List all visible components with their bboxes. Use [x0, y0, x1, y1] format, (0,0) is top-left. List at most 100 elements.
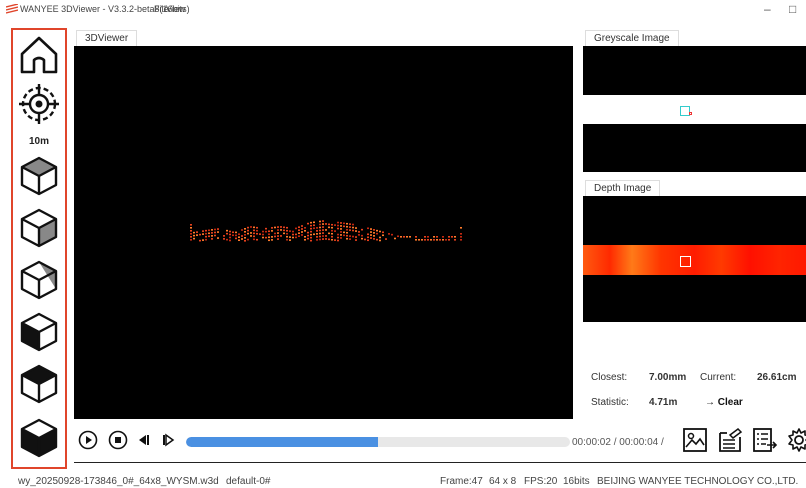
point: [298, 229, 300, 231]
point: [310, 233, 312, 236]
point: [274, 226, 276, 229]
point: [313, 233, 315, 236]
point: [442, 236, 444, 238]
point: [367, 236, 369, 239]
point: [343, 222, 345, 225]
status-bits: 16bits: [563, 476, 590, 487]
point: [352, 235, 354, 238]
cube-back-icon: [20, 364, 58, 404]
point: [253, 238, 255, 241]
point: [331, 238, 333, 241]
point: [373, 232, 375, 234]
clear-button[interactable]: → Clear: [705, 397, 743, 408]
point: [316, 230, 318, 232]
tab-depth-image[interactable]: Depth Image: [585, 180, 661, 196]
greyscale-image[interactable]: [583, 46, 806, 172]
point: [250, 226, 252, 228]
point: [376, 232, 378, 235]
point: [379, 230, 381, 233]
list-export-icon[interactable]: [752, 427, 778, 453]
point: [295, 236, 297, 239]
point: [214, 228, 216, 231]
point: [196, 231, 198, 233]
view-left-button[interactable]: [17, 310, 61, 354]
maximize-button[interactable]: □: [789, 2, 796, 16]
point: [367, 239, 369, 242]
point: [358, 234, 360, 236]
point: [292, 236, 294, 239]
progress-fill: [186, 437, 378, 447]
point: [322, 232, 324, 234]
point: [238, 239, 240, 241]
step-forward-icon[interactable]: [160, 430, 176, 450]
point: [292, 230, 294, 233]
point: [316, 233, 318, 235]
point: [301, 231, 303, 233]
point: [433, 236, 435, 238]
point: [337, 224, 339, 227]
point: [352, 229, 354, 232]
point: [376, 229, 378, 232]
playback-time: 00:00:02 / 00:00:04 /: [572, 437, 664, 448]
point: [370, 234, 372, 236]
view-top-button[interactable]: [17, 154, 61, 198]
point: [301, 228, 303, 230]
tab-greyscale-image[interactable]: Greyscale Image: [585, 30, 679, 46]
point: [202, 233, 204, 235]
point: [190, 227, 192, 229]
menu-view[interactable]: View: [166, 4, 185, 14]
3d-viewer-canvas[interactable]: [74, 46, 573, 419]
step-back-icon[interactable]: [136, 430, 152, 450]
point: [376, 238, 378, 241]
point: [211, 229, 213, 231]
play-icon[interactable]: [78, 430, 98, 450]
view-bottom-button[interactable]: [17, 416, 61, 460]
point: [286, 238, 288, 241]
settings-gear-icon[interactable]: [786, 427, 806, 453]
point: [217, 231, 219, 233]
controls-divider: [74, 462, 806, 463]
home-view-button[interactable]: [17, 32, 61, 76]
point: [385, 238, 387, 240]
point: [367, 233, 369, 236]
point: [325, 229, 327, 231]
cube-bottom-icon: [20, 418, 58, 458]
point: [331, 235, 333, 238]
point: [202, 239, 204, 241]
tab-3dviewer[interactable]: 3DViewer: [76, 30, 138, 46]
point: [277, 229, 279, 231]
document-edit-icon[interactable]: [717, 427, 743, 453]
point: [214, 231, 216, 234]
point: [337, 239, 339, 242]
point: [280, 229, 282, 231]
point: [301, 225, 303, 227]
point: [229, 233, 231, 236]
point: [343, 225, 345, 228]
distance-label: 10m: [28, 136, 49, 147]
point: [319, 235, 321, 238]
point: [427, 239, 429, 241]
view-side-button[interactable]: [17, 258, 61, 302]
point: [301, 234, 303, 236]
depth-image[interactable]: [583, 196, 806, 322]
target-center-button[interactable]: [17, 82, 61, 126]
point: [349, 223, 351, 225]
playback-progress-bar[interactable]: [186, 437, 570, 447]
view-front-button[interactable]: [17, 206, 61, 250]
statistic-value: 4.71m: [649, 397, 678, 408]
point: [286, 235, 288, 238]
cube-side-icon: [20, 260, 58, 300]
view-back-button[interactable]: [17, 362, 61, 406]
image-export-icon[interactable]: [682, 427, 708, 453]
point: [406, 236, 408, 238]
point: [451, 236, 453, 238]
point: [331, 223, 333, 226]
point: [373, 238, 375, 240]
stop-icon[interactable]: [108, 430, 128, 450]
point: [253, 229, 255, 232]
point: [286, 226, 288, 229]
point: [340, 231, 342, 233]
minimize-button[interactable]: –: [764, 2, 771, 16]
point: [307, 222, 309, 225]
point: [244, 228, 246, 230]
